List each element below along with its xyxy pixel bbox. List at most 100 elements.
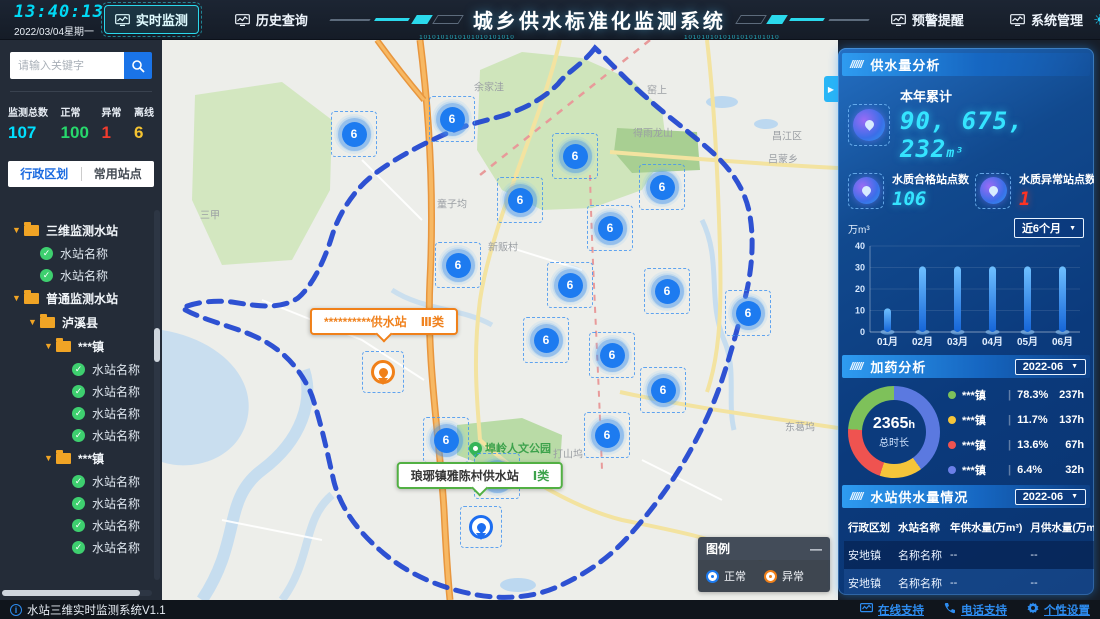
collapse-right-button[interactable]: ▶ (824, 76, 838, 102)
tree-item-7[interactable]: ✓水站名称 (12, 380, 152, 402)
nav-item-right-0[interactable]: 预警提醒 (881, 6, 974, 33)
station-ok-icon: ✓ (72, 475, 85, 488)
folder-icon (24, 225, 39, 236)
nav-item-right-1[interactable]: 系统管理 (1000, 6, 1093, 33)
cluster-marker-0[interactable]: 6 (331, 111, 377, 157)
tree-item-5[interactable]: ▼***镇 (12, 334, 152, 358)
scrollbar-thumb[interactable] (154, 328, 160, 362)
title-area: 1010101010101010101010 城乡供水标准化监测系统 10101… (318, 5, 881, 34)
cluster-count: 6 (650, 175, 675, 200)
tab-常用站点[interactable]: 常用站点 (82, 161, 155, 187)
tree-item-0[interactable]: ▼ 三维监测水站 (12, 218, 152, 242)
tree-item-3[interactable]: ▼普通监测水站 (12, 286, 152, 310)
cluster-marker-10[interactable]: 6 (523, 317, 569, 363)
cluster-marker-13[interactable]: 6 (584, 412, 630, 458)
cluster-marker-6[interactable]: 6 (435, 242, 481, 288)
dosing-percent: 11.7% (1017, 414, 1059, 426)
stations-month-select[interactable]: 2022-06▼ (1015, 489, 1086, 505)
tree-item-2[interactable]: ✓水站名称 (12, 264, 152, 286)
tree-item-9[interactable]: ✓水站名称 (12, 424, 152, 446)
nav-item-left-1[interactable]: 历史查询 (225, 6, 318, 33)
map-place-label: 余家洼 (474, 79, 504, 94)
dosing-donut-chart: 2365h 总时长 (848, 386, 940, 478)
dosing-legend-item-1[interactable]: ***镇|11.7%137h (948, 412, 1084, 428)
tree-item-10[interactable]: ▼***镇 (12, 446, 152, 470)
tree-expand-arrow[interactable]: ▼ (44, 341, 56, 351)
tree-station-label: 水站名称 (92, 539, 140, 556)
dosing-legend-item-3[interactable]: ***镇|6.4%32h (948, 462, 1084, 478)
tree-expand-arrow[interactable]: ▼ (28, 317, 40, 327)
callout-water-grade: Ⅰ类 (533, 469, 549, 483)
footer-link-label: 电话支持 (961, 602, 1007, 618)
footer-link-0[interactable]: 在线支持 (860, 602, 924, 618)
station-pin-abnormal[interactable] (362, 351, 404, 393)
cluster-marker-1[interactable]: 6 (429, 96, 475, 142)
tree-horizontal-scrollbar[interactable] (2, 590, 152, 596)
tab-行政区划[interactable]: 行政区划 (8, 161, 81, 187)
svg-text:01月: 01月 (877, 336, 898, 348)
stat-value: 1 (101, 123, 121, 143)
cluster-count: 6 (558, 273, 583, 298)
tree-item-8[interactable]: ✓水站名称 (12, 402, 152, 424)
section-header-dosing: ////// 加药分析 2022-06▼ (842, 355, 1090, 378)
legend-minimize-button[interactable]: — (810, 542, 822, 556)
dosing-legend-item-2[interactable]: ***镇|13.6%67h (948, 437, 1084, 453)
svg-text:30: 30 (855, 263, 865, 273)
tree-item-11[interactable]: ✓水站名称 (12, 470, 152, 492)
stations-section-title: 水站供水量情况 (870, 487, 968, 506)
tree-item-12[interactable]: ✓水站名称 (12, 492, 152, 514)
cluster-marker-2[interactable]: 6 (552, 133, 598, 179)
search-input[interactable] (10, 52, 124, 79)
range-select[interactable]: 近6个月▼ (1014, 218, 1084, 238)
cluster-marker-11[interactable]: 6 (589, 332, 635, 378)
tree-vertical-scrollbar[interactable] (154, 210, 160, 580)
tree-item-6[interactable]: ✓水站名称 (12, 358, 152, 380)
binary-deco-left: 1010101010101010101010 (419, 35, 514, 41)
table-row[interactable]: 安地镇名称名称---- (844, 541, 1094, 569)
sidebar-tabs: 行政区划常用站点 (8, 161, 154, 187)
scrollbar-thumb[interactable] (2, 590, 140, 596)
tree-item-1[interactable]: ✓水站名称 (12, 242, 152, 264)
tree-item-4[interactable]: ▼ 泸溪县 (12, 310, 152, 334)
cluster-marker-4[interactable]: 6 (587, 205, 633, 251)
station-callout-1[interactable]: 琅琊镇雅陈村供水站Ⅰ类 (397, 462, 563, 489)
map-legend-header: 图例 — (698, 537, 830, 560)
search-button[interactable] (124, 52, 152, 79)
station-ok-icon: ✓ (72, 429, 85, 442)
map-canvas[interactable]: 余家洼窑上得雨龙山昌江区吕蒙乡童子均新贩村三甲打山坞东葛坞 埠岭人文公园 666… (162, 40, 838, 600)
map-place-label: 窑上 (647, 82, 667, 97)
dosing-month-select[interactable]: 2022-06▼ (1015, 359, 1086, 375)
table-row[interactable]: 安地镇名称名称---- (844, 569, 1094, 595)
nav-item-left-0[interactable]: 实时监测 (104, 5, 199, 34)
cluster-marker-9[interactable]: 6 (725, 290, 771, 336)
cluster-marker-7[interactable]: 6 (547, 262, 593, 308)
tree-folder-label: 泸溪县 (62, 314, 98, 331)
stats-row: 监测总数107正常100异常1离线6 (0, 92, 162, 153)
station-callout-0[interactable]: **********供水站Ⅲ类 (310, 308, 458, 335)
tree-item-14[interactable]: ✓水站名称 (12, 536, 152, 558)
quality-ok-icon (848, 173, 884, 209)
tree-station-label: 水站名称 (60, 245, 108, 262)
pin-icon (371, 360, 395, 384)
footer-link-1[interactable]: 电话支持 (944, 602, 1007, 618)
tree-item-13[interactable]: ✓水站名称 (12, 514, 152, 536)
cluster-marker-5[interactable]: 6 (639, 164, 685, 210)
tree-expand-arrow[interactable]: ▼ (44, 453, 56, 463)
left-sidebar: 监测总数107正常100异常1离线6 行政区划常用站点 ▼三维监测水站✓水站名称… (0, 40, 162, 600)
cluster-marker-14[interactable]: 6 (423, 417, 469, 463)
footer-link-2[interactable]: 个性设置 (1027, 602, 1090, 618)
cluster-marker-12[interactable]: 6 (640, 367, 686, 413)
tree-expand-arrow[interactable]: ▼ (12, 225, 24, 235)
svg-text:05月: 05月 (1017, 336, 1038, 348)
tree-expand-arrow[interactable]: ▼ (12, 293, 24, 303)
tree-folder-label: 三维监测水站 (46, 222, 118, 239)
divider: | (1008, 389, 1011, 401)
cluster-marker-8[interactable]: 6 (644, 268, 690, 314)
dosing-legend-item-0[interactable]: ***镇|78.3%237h (948, 387, 1084, 403)
section-header-stations: ////// 水站供水量情况 2022-06▼ (842, 485, 1090, 508)
cluster-marker-3[interactable]: 6 (497, 177, 543, 223)
station-ok-icon: ✓ (72, 385, 85, 398)
station-pin-normal[interactable] (460, 506, 502, 548)
stations-table: 行政区划水站名称年供水量(万m³)月供水量(万m³) 安地镇名称名称----安地… (844, 514, 1094, 595)
map-place-label: 昌江区 (772, 128, 802, 143)
